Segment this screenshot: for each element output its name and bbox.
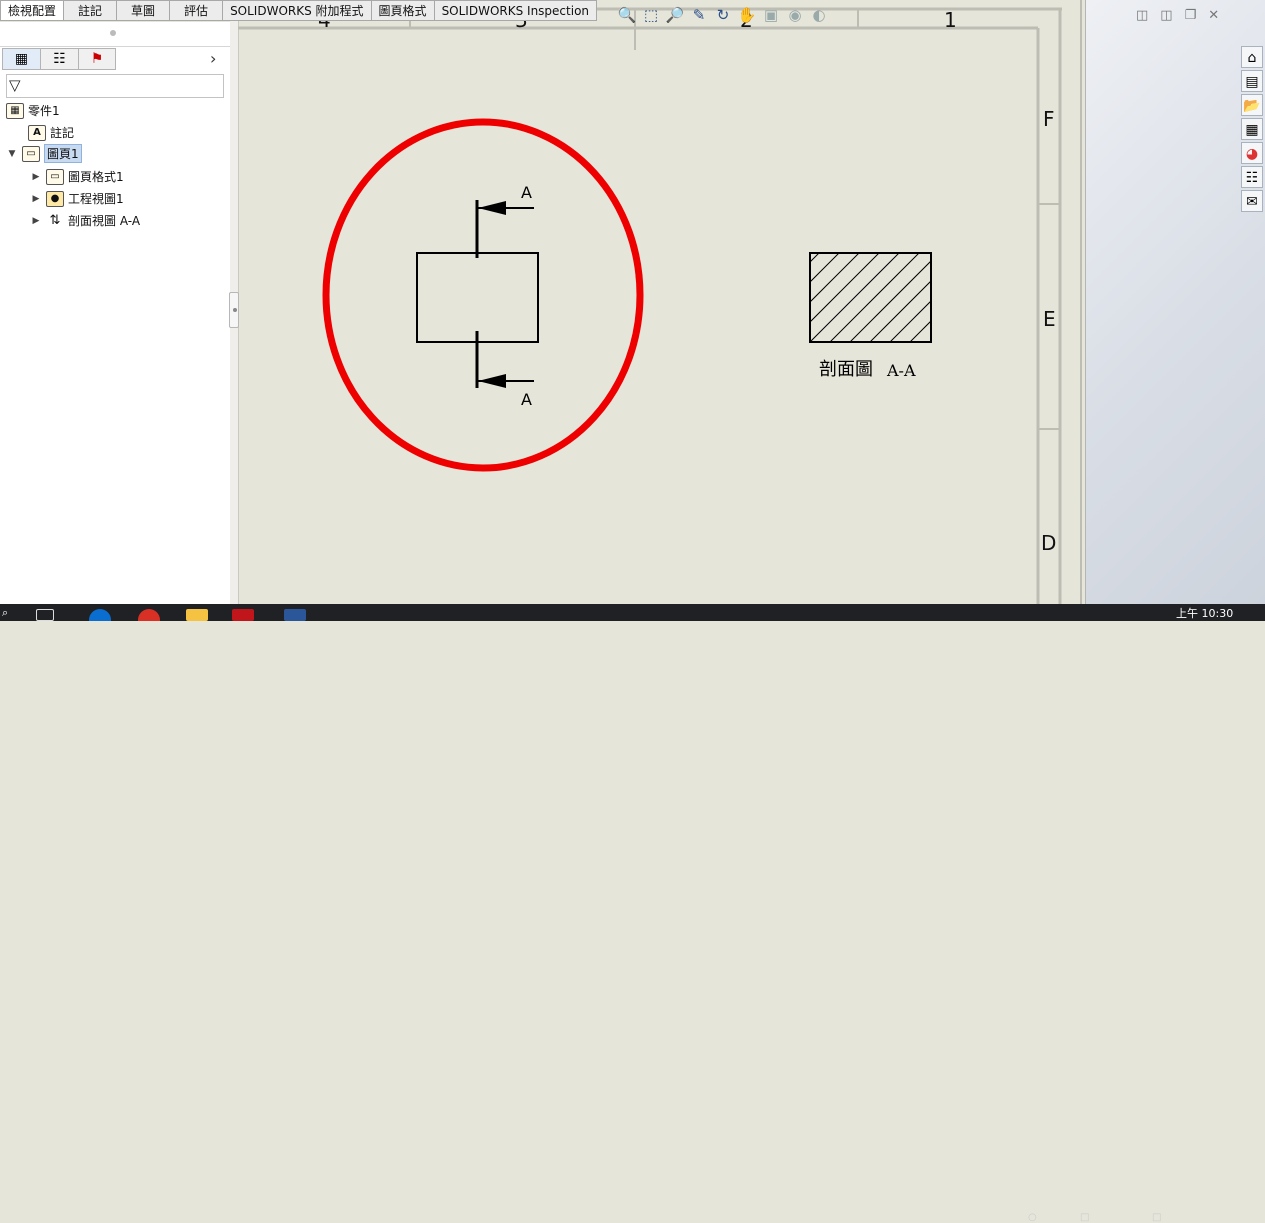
section-id: A-A [886,361,916,380]
windows-taskbar: ⌕ ○ □ □ [0,604,1265,1223]
appearance-icon[interactable]: ◐ [808,4,830,26]
filter-icon: ▽ [9,76,21,94]
panel-tabs: ▦ ☷ ⚑ [2,48,116,70]
chrome-icon[interactable] [138,609,160,621]
parts-icon[interactable]: ▤ [1241,70,1263,92]
section-title: 剖面圖 [819,359,873,380]
zoom-area-icon[interactable]: ⬚ [640,4,662,26]
display-style-icon[interactable]: ▣ [760,4,782,26]
arrowhead-top [478,201,506,215]
forum-icon[interactable]: ✉ [1241,190,1263,212]
home-icon[interactable]: ⌂ [1241,46,1263,68]
expand-right-icon[interactable]: ▶ [30,216,42,226]
file-explorer-icon[interactable] [186,609,208,621]
folder-icon[interactable]: 📂 [1241,94,1263,116]
hatch-pattern [810,253,931,342]
tab-addins[interactable]: SOLIDWORKS 附加程式 [223,0,372,21]
tree-item-label: 圖頁格式1 [68,170,124,184]
tab-sketch[interactable]: 草圖 [117,0,171,21]
feature-manager-tab-icon[interactable]: ▦ [2,48,40,70]
undo-rotate-icon[interactable]: ↻ [712,4,734,26]
chevron-right-icon[interactable]: › [210,49,216,68]
tree-item-label: 圖頁1 [44,144,82,163]
heads-up-toolbar: 🔍 ⬚ 🔎 ✎ ↻ ✋ ▣ ◉ ◐ [616,4,830,28]
sheet-format-icon: ▭ [46,168,64,185]
tree-item-sheet-format[interactable]: ▶ ▭ 圖頁格式1 [30,166,124,187]
part-outline [416,252,539,343]
tree-item-section-view[interactable]: ▶ ⇅ 剖面視圖 A-A [30,210,141,231]
tree-root[interactable]: ▦ 零件1 [6,100,60,121]
tree-root-label: 零件1 [28,104,60,118]
tree-item-sheet[interactable]: ▼ ▭ 圖頁1 [6,143,82,164]
drawing-view-icon: ● [46,190,64,207]
pan-icon[interactable]: ✋ [736,4,758,26]
panel-grip[interactable] [0,22,230,47]
cut-label-bottom: A [521,390,532,409]
highlight-ellipse [322,118,644,472]
task-pane-tabs: ⌂ ▤ 📂 ▦ ◕ ☷ ✉ [1241,46,1265,214]
people-icon[interactable]: ○ [1028,1212,1037,1223]
tree-item-label: 剖面視圖 A-A [68,214,141,228]
tab-annotation[interactable]: 註記 [64,0,118,21]
row-label: F [1043,107,1055,131]
part-icon: ▦ [6,102,24,119]
feature-manager-panel: ▦ ☷ ⚑ › ▽ ▦ 零件1 A 註記 ▼ ▭ 圖頁1 ▶ ▭ 圖頁格式1 ▶… [0,22,231,604]
task-pane [1085,0,1265,604]
cut-label-top: A [521,183,532,202]
section-outline [809,252,932,343]
property-manager-tab-icon[interactable]: ☷ [40,48,78,70]
rotate-icon[interactable]: ✎ [688,4,710,26]
appearance-icon[interactable]: ◕ [1241,142,1263,164]
word-icon[interactable] [284,609,306,621]
grip-dot [110,30,116,36]
expand-right-icon[interactable]: ▶ [30,194,42,204]
tab-view-layout[interactable]: 檢視配置 [0,0,65,21]
search-icon[interactable]: ⌕ [2,606,24,619]
tab-evaluate[interactable]: 評估 [170,0,224,21]
section-view-aa[interactable]: 剖面圖 A-A [710,252,1020,380]
custom-properties-icon[interactable]: ☷ [1241,166,1263,188]
tree-item-label: 工程視圖1 [68,192,124,206]
row-label: D [1041,531,1056,555]
arrowhead-bottom [478,374,506,388]
close-icon[interactable]: ✕ [1208,8,1219,23]
pin-left-icon[interactable]: ◫ [1136,8,1148,23]
tree-item-drawing-view[interactable]: ▶ ● 工程視圖1 [30,188,124,209]
solidworks-icon[interactable] [232,609,254,621]
task-pane-window-buttons: ◫ ◫ ❐ ✕ [1136,8,1219,23]
tab-sheet-format[interactable]: 圖頁格式 [371,0,435,21]
row-label: E [1043,307,1056,331]
edge-icon[interactable] [89,609,111,621]
taskbar-clock[interactable]: 上午 10:30 [1176,605,1233,621]
drawing-view-1[interactable]: A A [416,183,539,409]
hide-show-icon[interactable]: ◉ [784,4,806,26]
zoom-fit-icon[interactable]: 🔍 [616,4,638,26]
zoom-previous-icon[interactable]: 🔎 [664,4,686,26]
section-view-icon: ⇅ [49,213,61,228]
tree-item-label: 註記 [50,126,75,140]
drawing-sheet[interactable]: 4 3 2 1 F E D A A 剖面 [238,0,1085,604]
tree-item-annotations[interactable]: A 註記 [28,122,74,143]
column-label: 1 [944,8,957,32]
splitter-dot [233,308,237,312]
pin-right-icon[interactable]: ◫ [1160,8,1172,23]
expand-down-icon[interactable]: ▼ [6,149,18,159]
network-icon[interactable]: □ [1080,1212,1089,1223]
command-manager-tabs: 檢視配置 註記 草圖 評估 SOLIDWORKS 附加程式 圖頁格式 SOLID… [0,0,598,22]
filter-field[interactable]: ▽ [6,74,224,98]
view-palette-icon[interactable]: ▦ [1241,118,1263,140]
task-view-icon[interactable] [36,609,54,621]
annotation-icon: A [28,124,46,141]
ime-icon[interactable]: □ [1152,1212,1161,1223]
sheet-icon: ▭ [22,145,40,162]
dimxpert-tab-icon[interactable]: ⚑ [78,48,116,70]
tab-inspection[interactable]: SOLIDWORKS Inspection [434,0,598,21]
restore-icon[interactable]: ❐ [1185,8,1197,23]
expand-right-icon[interactable]: ▶ [30,172,42,182]
